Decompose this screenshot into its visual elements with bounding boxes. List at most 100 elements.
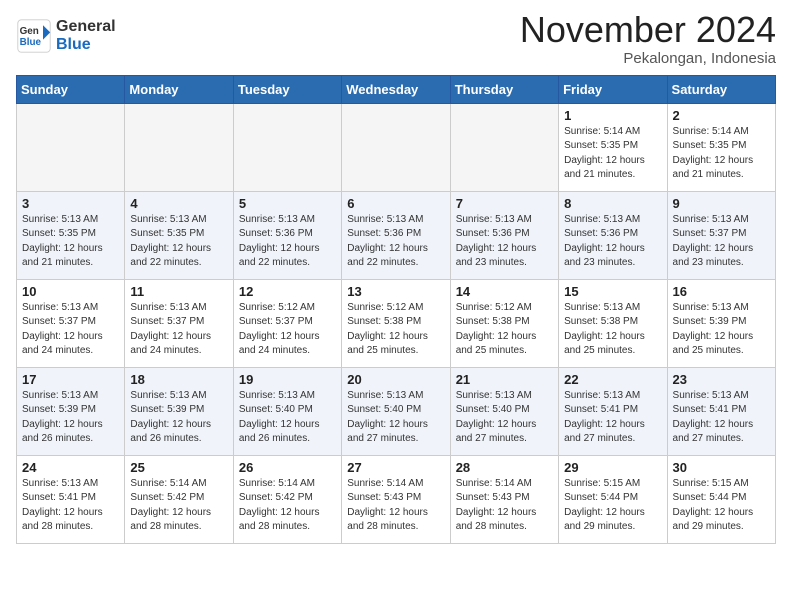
cell-details: Sunrise: 5:13 AM Sunset: 5:41 PM Dayligh… — [564, 389, 661, 447]
cell-details: Sunrise: 5:13 AM Sunset: 5:39 PM Dayligh… — [22, 389, 119, 447]
cell-details: Sunrise: 5:13 AM Sunset: 5:36 PM Dayligh… — [456, 213, 553, 271]
calendar-cell-2-5: 15Sunrise: 5:13 AM Sunset: 5:38 PM Dayli… — [559, 279, 667, 367]
title-area: November 2024 Pekalongan, Indonesia — [520, 10, 776, 67]
day-number: 6 — [347, 196, 444, 211]
day-number: 11 — [130, 284, 227, 299]
day-number: 16 — [673, 284, 770, 299]
calendar-cell-2-0: 10 Sunrise: 5:13 AM Sunset: 5:37 PM Dayli… — [17, 279, 125, 367]
calendar-cell-0-4 — [450, 103, 558, 191]
cell-details: Sunrise: 5:13 AM Sunset: 5:36 PM Dayligh… — [564, 213, 661, 271]
logo-text: General Blue — [56, 18, 116, 53]
cell-details: Sunrise: 5:13 AM Sunset: 5:40 PM Dayligh… — [456, 389, 553, 447]
calendar-cell-1-2: 5Sunrise: 5:13 AM Sunset: 5:36 PM Daylig… — [233, 191, 341, 279]
calendar-cell-2-3: 13 Sunrise: 5:12 AM Sunset: 5:38 PM Dayli… — [342, 279, 450, 367]
cell-details: Sunrise: 5:13 AM Sunset: 5:36 PM Dayligh… — [347, 213, 444, 271]
calendar-cell-2-2: 12Sunrise: 5:12 AM Sunset: 5:37 PM Dayli… — [233, 279, 341, 367]
cell-details: Sunrise: 5:12 AM Sunset: 5:38 PM Dayligh… — [456, 301, 553, 359]
calendar-cell-1-4: 7 Sunrise: 5:13 AM Sunset: 5:36 PM Daylig… — [450, 191, 558, 279]
weekday-header-thursday: Thursday — [450, 75, 558, 103]
day-number: 30 — [673, 460, 770, 475]
weekday-header-row: SundayMondayTuesdayWednesdayThursdayFrid… — [17, 75, 776, 103]
calendar-cell-3-4: 21Sunrise: 5:13 AM Sunset: 5:40 PM Dayli… — [450, 367, 558, 455]
day-number: 27 — [347, 460, 444, 475]
svg-text:Gen: Gen — [20, 26, 39, 37]
cell-details: Sunrise: 5:13 AM Sunset: 5:40 PM Dayligh… — [347, 389, 444, 447]
cell-details: Sunrise: 5:15 AM Sunset: 5:44 PM Dayligh… — [673, 477, 770, 535]
calendar-cell-3-6: 23 Sunrise: 5:13 AM Sunset: 5:41 PM Dayli… — [667, 367, 775, 455]
cell-details: Sunrise: 5:13 AM Sunset: 5:35 PM Dayligh… — [130, 213, 227, 271]
calendar-row-0: 1 Sunrise: 5:14 AM Sunset: 5:35 PM Daylig… — [17, 103, 776, 191]
weekday-header-saturday: Saturday — [667, 75, 775, 103]
cell-details: Sunrise: 5:14 AM Sunset: 5:35 PM Dayligh… — [564, 125, 661, 183]
calendar-cell-2-6: 16 Sunrise: 5:13 AM Sunset: 5:39 PM Dayli… — [667, 279, 775, 367]
day-number: 8 — [564, 196, 661, 211]
day-number: 10 — [22, 284, 119, 299]
calendar-cell-4-4: 28 Sunrise: 5:14 AM Sunset: 5:43 PM Dayli… — [450, 455, 558, 543]
calendar-cell-4-2: 26Sunrise: 5:14 AM Sunset: 5:42 PM Dayli… — [233, 455, 341, 543]
logo-general-text: General — [56, 18, 116, 36]
day-number: 4 — [130, 196, 227, 211]
calendar-cell-0-0 — [17, 103, 125, 191]
logo-icon: Gen Blue — [16, 18, 52, 54]
calendar-cell-0-5: 1 Sunrise: 5:14 AM Sunset: 5:35 PM Daylig… — [559, 103, 667, 191]
cell-details: Sunrise: 5:14 AM Sunset: 5:35 PM Dayligh… — [673, 125, 770, 183]
cell-details: Sunrise: 5:13 AM Sunset: 5:40 PM Dayligh… — [239, 389, 336, 447]
cell-details: Sunrise: 5:13 AM Sunset: 5:37 PM Dayligh… — [130, 301, 227, 359]
day-number: 13 — [347, 284, 444, 299]
cell-details: Sunrise: 5:13 AM Sunset: 5:39 PM Dayligh… — [130, 389, 227, 447]
cell-details: Sunrise: 5:14 AM Sunset: 5:43 PM Dayligh… — [456, 477, 553, 535]
calendar-cell-4-6: 30 Sunrise: 5:15 AM Sunset: 5:44 PM Dayli… — [667, 455, 775, 543]
weekday-header-monday: Monday — [125, 75, 233, 103]
cell-details: Sunrise: 5:12 AM Sunset: 5:38 PM Dayligh… — [347, 301, 444, 359]
cell-details: Sunrise: 5:13 AM Sunset: 5:41 PM Dayligh… — [22, 477, 119, 535]
calendar-cell-2-4: 14 Sunrise: 5:12 AM Sunset: 5:38 PM Dayli… — [450, 279, 558, 367]
cell-details: Sunrise: 5:14 AM Sunset: 5:42 PM Dayligh… — [130, 477, 227, 535]
day-number: 3 — [22, 196, 119, 211]
day-number: 1 — [564, 108, 661, 123]
calendar-cell-0-2 — [233, 103, 341, 191]
day-number: 19 — [239, 372, 336, 387]
weekday-header-tuesday: Tuesday — [233, 75, 341, 103]
calendar-cell-0-1 — [125, 103, 233, 191]
cell-details: Sunrise: 5:15 AM Sunset: 5:44 PM Dayligh… — [564, 477, 661, 535]
day-number: 7 — [456, 196, 553, 211]
day-number: 26 — [239, 460, 336, 475]
calendar-row-4: 24 Sunrise: 5:13 AM Sunset: 5:41 PM Dayli… — [17, 455, 776, 543]
calendar-row-3: 17 Sunrise: 5:13 AM Sunset: 5:39 PM Dayli… — [17, 367, 776, 455]
calendar-cell-1-3: 6 Sunrise: 5:13 AM Sunset: 5:36 PM Daylig… — [342, 191, 450, 279]
calendar-cell-3-2: 19 Sunrise: 5:13 AM Sunset: 5:40 PM Dayli… — [233, 367, 341, 455]
calendar-row-1: 3 Sunrise: 5:13 AM Sunset: 5:35 PM Daylig… — [17, 191, 776, 279]
day-number: 23 — [673, 372, 770, 387]
weekday-header-sunday: Sunday — [17, 75, 125, 103]
calendar-cell-4-5: 29 Sunrise: 5:15 AM Sunset: 5:44 PM Dayli… — [559, 455, 667, 543]
page: Gen Blue General Blue November 2024 Peka… — [0, 0, 792, 560]
cell-details: Sunrise: 5:13 AM Sunset: 5:39 PM Dayligh… — [673, 301, 770, 359]
weekday-header-friday: Friday — [559, 75, 667, 103]
cell-details: Sunrise: 5:13 AM Sunset: 5:37 PM Dayligh… — [673, 213, 770, 271]
svg-text:Blue: Blue — [20, 37, 42, 48]
day-number: 28 — [456, 460, 553, 475]
location: Pekalongan, Indonesia — [520, 50, 776, 67]
cell-details: Sunrise: 5:13 AM Sunset: 5:37 PM Dayligh… — [22, 301, 119, 359]
cell-details: Sunrise: 5:14 AM Sunset: 5:43 PM Dayligh… — [347, 477, 444, 535]
day-number: 25 — [130, 460, 227, 475]
day-number: 22 — [564, 372, 661, 387]
calendar-row-2: 10 Sunrise: 5:13 AM Sunset: 5:37 PM Dayli… — [17, 279, 776, 367]
cell-details: Sunrise: 5:13 AM Sunset: 5:35 PM Dayligh… — [22, 213, 119, 271]
calendar-cell-3-5: 22 Sunrise: 5:13 AM Sunset: 5:41 PM Dayli… — [559, 367, 667, 455]
calendar-cell-3-3: 20 Sunrise: 5:13 AM Sunset: 5:40 PM Dayli… — [342, 367, 450, 455]
day-number: 29 — [564, 460, 661, 475]
day-number: 14 — [456, 284, 553, 299]
calendar-cell-2-1: 11 Sunrise: 5:13 AM Sunset: 5:37 PM Dayli… — [125, 279, 233, 367]
day-number: 5 — [239, 196, 336, 211]
day-number: 17 — [22, 372, 119, 387]
day-number: 12 — [239, 284, 336, 299]
month-title: November 2024 — [520, 10, 776, 50]
day-number: 24 — [22, 460, 119, 475]
cell-details: Sunrise: 5:13 AM Sunset: 5:41 PM Dayligh… — [673, 389, 770, 447]
calendar: SundayMondayTuesdayWednesdayThursdayFrid… — [16, 75, 776, 544]
calendar-cell-1-0: 3 Sunrise: 5:13 AM Sunset: 5:35 PM Daylig… — [17, 191, 125, 279]
logo-blue-text: Blue — [56, 36, 116, 54]
calendar-cell-3-0: 17 Sunrise: 5:13 AM Sunset: 5:39 PM Dayli… — [17, 367, 125, 455]
day-number: 20 — [347, 372, 444, 387]
